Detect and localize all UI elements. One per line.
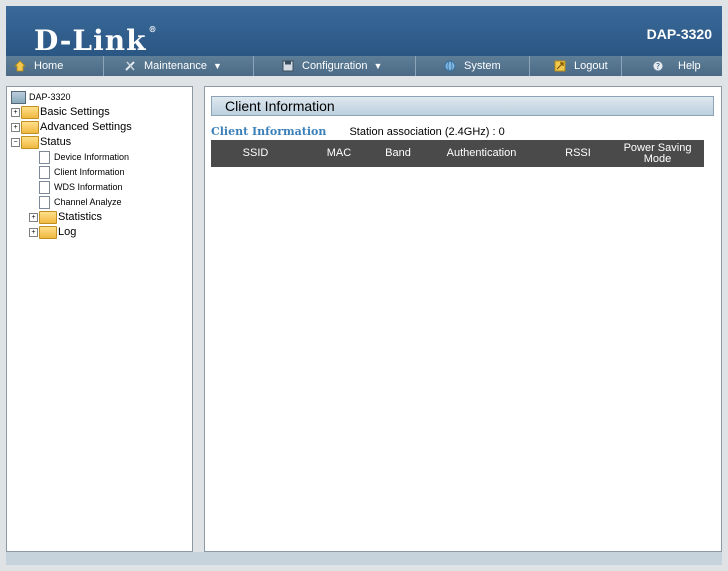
column-rssi: RSSI — [565, 147, 591, 159]
menu-home[interactable]: Home — [6, 56, 104, 76]
header-banner: D-Link ® DAP-3320 — [6, 6, 722, 57]
column-power-saving-mode: Power Saving Mode — [623, 141, 692, 165]
navigation-tree: DAP-3320 + Basic Settings + Advanced Setti… — [11, 90, 132, 240]
page-icon — [39, 180, 50, 194]
navigation-tree-panel: DAP-3320 + Basic Settings + Advanced Setti… — [6, 86, 193, 552]
expand-icon[interactable]: + — [29, 227, 38, 237]
help-icon: ? — [652, 60, 664, 72]
tree-channel-analyze[interactable]: Channel Analyze — [11, 195, 132, 210]
menu-logout[interactable]: Logout — [530, 56, 622, 76]
menu-logout-label: Logout — [574, 60, 608, 72]
column-authentication: Authentication — [446, 147, 517, 159]
home-icon — [14, 60, 26, 72]
menu-configuration[interactable]: Configuration ▼ — [254, 56, 416, 76]
section-title: Client Information — [211, 125, 327, 138]
menu-help-label: Help — [678, 60, 701, 72]
tree-channel-analyze-label: Channel Analyze — [54, 197, 122, 207]
tools-icon — [124, 60, 136, 72]
top-menu-bar: Home Maintenance ▼ Configuration ▼ Syste… — [6, 56, 722, 76]
expand-icon[interactable]: + — [11, 122, 20, 132]
page-icon — [39, 150, 50, 164]
tree-root-label: DAP-3320 — [29, 92, 71, 102]
section-header: Client Information Station association (… — [211, 125, 505, 138]
folder-icon — [21, 105, 39, 119]
expand-icon[interactable]: + — [11, 107, 20, 117]
tree-statistics[interactable]: + Statistics — [11, 210, 132, 225]
tree-device-information[interactable]: Device Information — [11, 150, 132, 165]
model-name: DAP-3320 — [646, 26, 712, 42]
column-mac: MAC — [326, 147, 352, 159]
page-title: Client Information — [211, 96, 714, 116]
svg-text:?: ? — [656, 62, 660, 71]
floppy-disk-icon — [282, 60, 294, 72]
folder-icon — [21, 120, 39, 134]
collapse-icon[interactable]: − — [11, 137, 20, 147]
globe-icon — [444, 60, 456, 72]
tree-wds-information-label: WDS Information — [54, 182, 123, 192]
tree-log[interactable]: + Log — [11, 225, 132, 240]
tree-statistics-label: Statistics — [58, 211, 103, 223]
column-band: Band — [385, 147, 411, 159]
menu-help[interactable]: ? Help — [622, 56, 722, 76]
chevron-down-icon: ▼ — [213, 61, 222, 71]
association-count: 0 — [498, 126, 505, 138]
association-label: Station association (2.4GHz) : — [349, 126, 496, 138]
folder-open-icon — [21, 135, 39, 149]
logout-icon — [554, 60, 566, 72]
menu-maintenance[interactable]: Maintenance ▼ — [104, 56, 254, 76]
chevron-down-icon: ▼ — [373, 61, 383, 71]
menu-system[interactable]: System — [416, 56, 530, 76]
menu-home-label: Home — [34, 60, 64, 72]
menu-maintenance-label: Maintenance — [144, 60, 207, 72]
expand-icon[interactable]: + — [29, 212, 38, 222]
app-frame: D-Link ® DAP-3320 Home Maintenance ▼ Conf… — [0, 0, 728, 571]
dlink-logo: D-Link ® — [34, 24, 158, 57]
tree-advanced-settings[interactable]: + Advanced Settings — [11, 120, 132, 135]
tree-client-information[interactable]: Client Information — [11, 165, 132, 180]
folder-icon — [39, 225, 57, 239]
menu-configuration-label: Configuration — [302, 60, 368, 72]
computer-icon — [11, 90, 26, 104]
tree-basic-settings[interactable]: + Basic Settings — [11, 105, 132, 120]
tree-advanced-settings-label: Advanced Settings — [40, 121, 132, 133]
main-content-panel: Client Information Client Information St… — [204, 86, 722, 552]
tree-client-information-label: Client Information — [54, 167, 125, 177]
tree-root[interactable]: DAP-3320 — [11, 90, 132, 105]
tree-device-information-label: Device Information — [54, 152, 130, 162]
brand-name: D-Link — [34, 24, 147, 57]
menu-system-label: System — [464, 60, 501, 72]
tree-log-label: Log — [58, 226, 77, 238]
tree-status-label: Status — [40, 136, 72, 148]
tree-wds-information[interactable]: WDS Information — [11, 180, 132, 195]
folder-icon — [39, 210, 57, 224]
tree-basic-settings-label: Basic Settings — [40, 106, 110, 118]
tree-status[interactable]: − Status — [11, 135, 132, 150]
footer-bar — [6, 552, 722, 565]
page-icon — [39, 165, 50, 179]
column-ssid: SSID — [242, 147, 269, 159]
registered-mark: ® — [148, 24, 158, 34]
page-icon — [39, 195, 50, 209]
client-table-header: SSID MAC Band Authentication RSSI Power … — [211, 140, 704, 167]
